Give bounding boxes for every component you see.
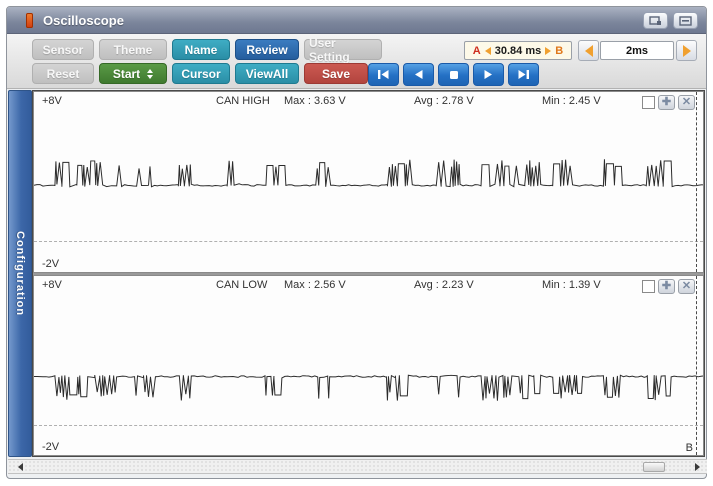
configuration-tab-label: Configuration: [14, 230, 26, 317]
timebase-decrease-button[interactable]: [578, 40, 599, 61]
zero-volt-gridline: [34, 424, 703, 426]
top-voltage-label: +8V: [42, 278, 62, 291]
zoom-in-button[interactable]: ✚: [658, 95, 675, 110]
viewall-button[interactable]: ViewAll: [235, 63, 299, 84]
top-voltage-label: +8V: [42, 95, 62, 107]
ab-cursor-time-box[interactable]: A 30.84 ms B: [464, 41, 572, 60]
cursor-b-tag: B: [685, 442, 693, 454]
start-button-label: Start: [112, 66, 141, 81]
user-setting-button[interactable]: User Setting: [304, 36, 382, 64]
horizontal-scrollbar[interactable]: [8, 459, 707, 474]
zoom-in-button[interactable]: ✚: [658, 278, 675, 294]
play-icon: [484, 70, 492, 79]
minimize-window-button[interactable]: [673, 12, 698, 29]
configuration-tab[interactable]: Configuration: [8, 90, 32, 457]
cursor-b-line[interactable]: [696, 92, 697, 272]
scroll-left-button[interactable]: [14, 461, 26, 473]
popout-window-button[interactable]: [643, 12, 668, 29]
scroll-right-icon: [694, 463, 700, 471]
start-spinner-icon: [147, 68, 154, 79]
popout-icon: [649, 15, 661, 25]
minimize-icon: [679, 15, 692, 26]
play-button[interactable]: [473, 63, 504, 86]
start-button[interactable]: Start: [99, 63, 167, 84]
skip-to-end-icon: [518, 70, 529, 79]
min-value: Min : 2.45 V: [542, 95, 601, 107]
theme-button[interactable]: Theme: [99, 39, 167, 60]
min-value: Min : 1.39 V: [542, 278, 601, 291]
channel-checkbox[interactable]: [642, 279, 655, 293]
save-button[interactable]: Save: [304, 63, 368, 84]
zero-volt-gridline: [34, 241, 703, 242]
step-back-button[interactable]: [403, 63, 434, 86]
left-arrow-icon: [584, 44, 593, 57]
skip-to-start-icon: [378, 70, 389, 79]
channel-panel-can-high: +8V CAN HIGH Max : 3.63 V Avg : 2.78 V M…: [33, 91, 704, 273]
bottom-voltage-label: -2V: [42, 257, 60, 270]
can-high-waveform: [34, 159, 703, 188]
oscilloscope-window: Oscilloscope Sensor Theme Name Review Us…: [6, 6, 707, 479]
max-value: Max : 2.56 V: [284, 278, 346, 291]
timebase-increase-button[interactable]: [676, 40, 697, 61]
timebase-value[interactable]: 2ms: [600, 41, 674, 60]
cursor-a-label: A: [472, 44, 481, 57]
review-button[interactable]: Review: [235, 39, 299, 60]
skip-to-start-button[interactable]: [368, 63, 399, 86]
channel-name: CAN HIGH: [216, 95, 270, 107]
close-channel-button[interactable]: ✕: [678, 95, 695, 110]
can-low-waveform: [34, 373, 703, 401]
channel-panel-can-low: +8V CAN LOW Max : 2.56 V Avg : 2.23 V Mi…: [33, 274, 704, 456]
stop-icon: [449, 70, 458, 79]
name-button[interactable]: Name: [172, 39, 230, 60]
playback-controls: [368, 63, 539, 86]
cursor-b-arrow-icon: [545, 46, 552, 55]
sensor-button[interactable]: Sensor: [32, 39, 94, 60]
app-icon: [26, 12, 33, 28]
cursor-b-label: B: [555, 44, 564, 57]
cursor-button[interactable]: Cursor: [172, 63, 230, 84]
scroll-right-button[interactable]: [691, 461, 703, 473]
reset-button[interactable]: Reset: [32, 63, 94, 84]
bottom-voltage-label: -2V: [42, 441, 60, 453]
max-value: Max : 3.63 V: [284, 95, 346, 107]
channel-name: CAN LOW: [216, 278, 268, 291]
cursor-b-line[interactable]: [696, 275, 697, 455]
step-back-icon: [415, 70, 423, 79]
scroll-left-icon: [17, 463, 23, 471]
skip-to-end-button[interactable]: [508, 63, 539, 86]
avg-value: Avg : 2.78 V: [414, 95, 474, 107]
cursor-a-arrow-icon: [484, 46, 491, 55]
close-channel-button[interactable]: ✕: [678, 278, 695, 294]
channel-panels: +8V CAN HIGH Max : 3.63 V Avg : 2.78 V M…: [32, 90, 705, 457]
title-bar: Oscilloscope: [7, 7, 706, 34]
right-arrow-icon: [682, 44, 691, 57]
window-title: Oscilloscope: [43, 12, 124, 28]
channel-checkbox[interactable]: [642, 96, 655, 109]
ab-time-value: 30.84 ms: [494, 44, 542, 57]
stop-button[interactable]: [438, 63, 469, 86]
avg-value: Avg : 2.23 V: [414, 278, 474, 291]
scrollbar-thumb[interactable]: [643, 462, 665, 472]
toolbar: Sensor Theme Name Review User Setting Re…: [7, 34, 706, 89]
waveform-area: Configuration +8V CAN HIGH Max : 3.63 V …: [8, 90, 705, 457]
